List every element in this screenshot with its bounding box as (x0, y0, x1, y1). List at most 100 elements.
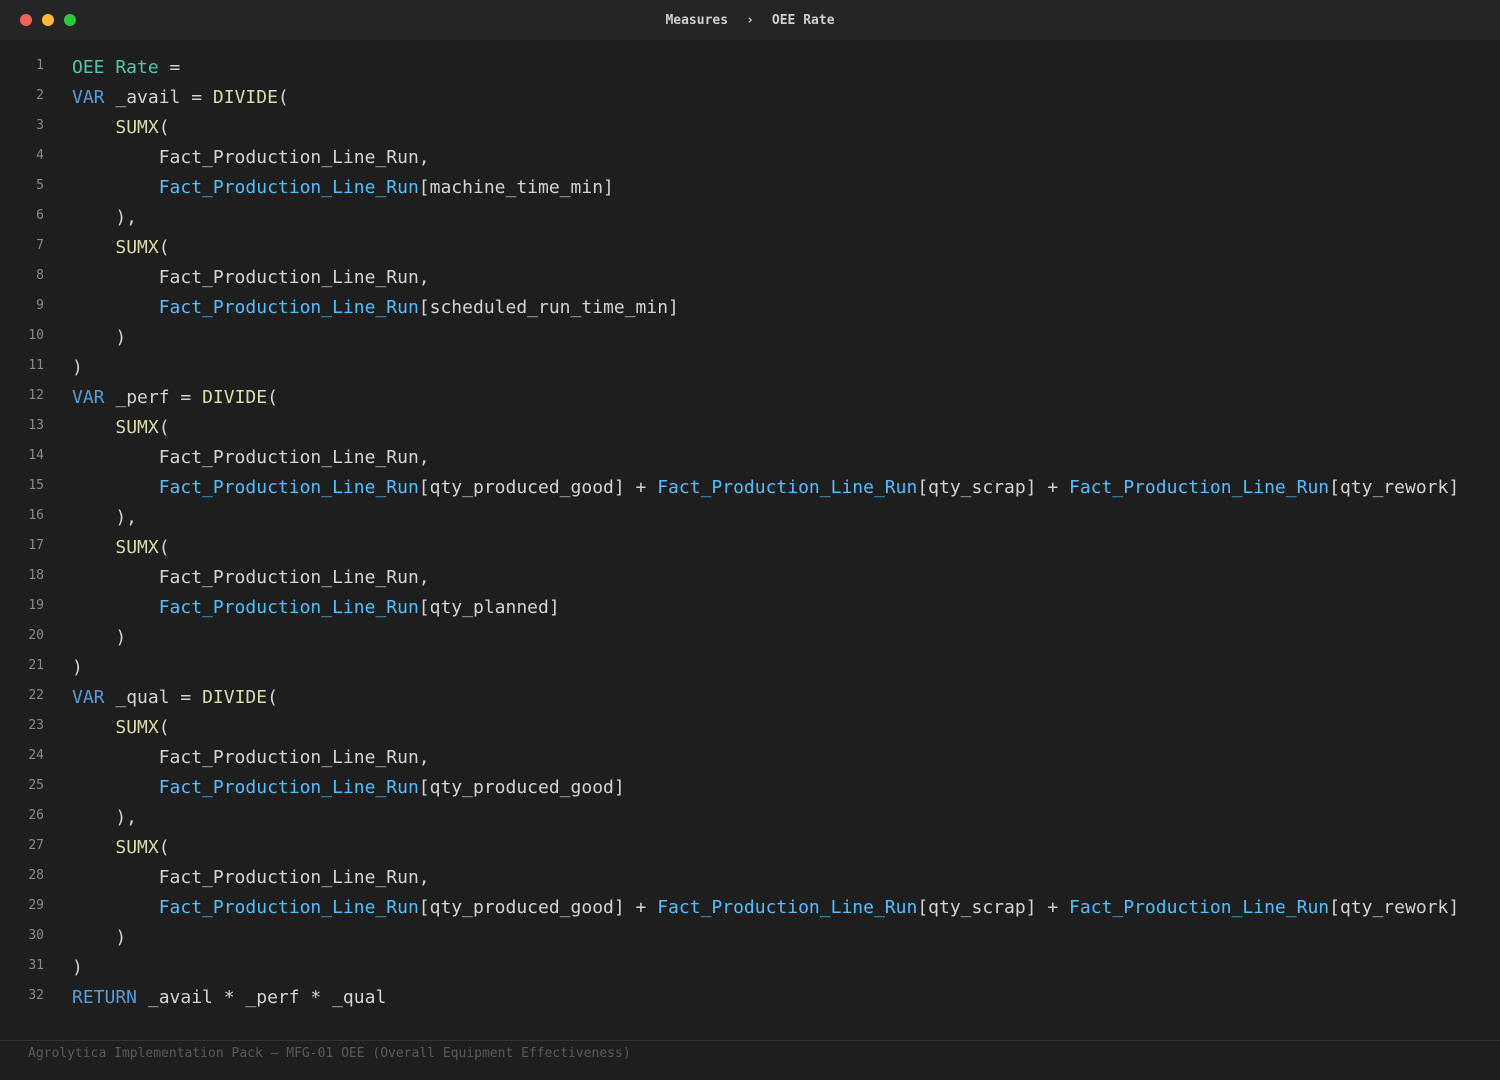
line-number: 22 (28, 688, 44, 703)
code-line[interactable]: 25 Fact_Production_Line_Run[qty_produced… (0, 773, 1500, 803)
code-token: Fact_Production_Line_Run, (72, 147, 430, 168)
code-token: [qty_planned] (418, 597, 560, 618)
line-number: 9 (36, 298, 44, 313)
breadcrumb-item-measures[interactable]: Measures (665, 13, 728, 28)
code-token: ( (158, 117, 170, 138)
line-number: 26 (28, 808, 44, 823)
code-text: ) (72, 623, 126, 653)
code-token: ), (72, 807, 138, 828)
code-line[interactable]: 16 ), (0, 503, 1500, 533)
title-bar: Measures › OEE Rate (0, 0, 1500, 40)
line-number: 2 (36, 88, 44, 103)
code-editor[interactable]: 1 OEE Rate = 2 VAR _avail = DIVIDE(3 SUMX(4… (0, 53, 1500, 1013)
code-line[interactable]: 22 VAR _qual = DIVIDE( (0, 683, 1500, 713)
line-number: 25 (28, 778, 44, 793)
line-number: 19 (28, 598, 44, 613)
code-text: VAR _avail = DIVIDE( (72, 83, 289, 113)
code-line[interactable]: 4 Fact_Production_Line_Run, (0, 143, 1500, 173)
code-text: ), (72, 503, 137, 533)
code-text: ) (72, 923, 126, 953)
line-number: 17 (28, 538, 44, 553)
code-line[interactable]: 23 SUMX( (0, 713, 1500, 743)
code-token: [qty_rework] (1329, 897, 1460, 918)
breadcrumb-separator-icon: › (746, 12, 754, 28)
code-text: SUMX( (72, 113, 170, 143)
code-text: SUMX( (72, 833, 169, 863)
code-line[interactable]: 24 Fact_Production_Line_Run, (0, 743, 1500, 773)
code-token: VAR (72, 87, 105, 108)
code-token: ), (72, 207, 138, 228)
code-line[interactable]: 15 Fact_Production_Line_Run[qty_produced… (0, 473, 1500, 503)
breadcrumb-item-oee-rate[interactable]: OEE Rate (772, 13, 835, 28)
code-line[interactable]: 32 RETURN _avail * _perf * _qual (0, 983, 1500, 1013)
code-line[interactable]: 28 Fact_Production_Line_Run, (0, 863, 1500, 893)
code-line[interactable]: 11) (0, 353, 1500, 383)
code-line[interactable]: 29 Fact_Production_Line_Run[qty_produced… (0, 893, 1500, 923)
code-token: [qty_scrap] + (917, 897, 1070, 918)
code-token: Fact_Production_Line_Run, (72, 747, 430, 768)
code-token: ) (72, 357, 83, 378)
close-window-button[interactable] (20, 14, 32, 26)
line-number: 29 (28, 898, 44, 913)
minimize-window-button[interactable] (42, 14, 54, 26)
code-token: [scheduled_run_time_min] (418, 297, 679, 318)
code-text: Fact_Production_Line_Run[scheduled_run_t… (72, 293, 679, 323)
code-line[interactable]: 3 SUMX( (0, 113, 1500, 143)
code-line[interactable]: 12 VAR _perf = DIVIDE( (0, 383, 1500, 413)
code-token: [qty_produced_good] + (418, 897, 658, 918)
code-token: SUMX (115, 717, 159, 738)
code-text: Fact_Production_Line_Run[qty_produced_go… (72, 773, 625, 803)
code-token: Fact_Production_Line_Run (158, 177, 419, 198)
code-line[interactable]: 9 Fact_Production_Line_Run[scheduled_run… (0, 293, 1500, 323)
code-line[interactable]: 21) (0, 653, 1500, 683)
code-text: Fact_Production_Line_Run[qty_planned] (72, 593, 560, 623)
line-number: 6 (36, 208, 44, 223)
code-line[interactable]: 18 Fact_Production_Line_Run, (0, 563, 1500, 593)
code-token: [qty_scrap] + (917, 477, 1070, 498)
maximize-window-button[interactable] (64, 14, 76, 26)
code-line[interactable]: 14 Fact_Production_Line_Run, (0, 443, 1500, 473)
code-line[interactable]: 8 Fact_Production_Line_Run, (0, 263, 1500, 293)
line-number: 31 (28, 958, 44, 973)
code-token: OEE Rate (72, 57, 159, 78)
code-token: SUMX (115, 417, 159, 438)
code-line[interactable]: 30 ) (0, 923, 1500, 953)
code-line[interactable]: 5 Fact_Production_Line_Run[machine_time_… (0, 173, 1500, 203)
code-line[interactable]: 19 Fact_Production_Line_Run[qty_planned] (0, 593, 1500, 623)
code-line[interactable]: 26 ), (0, 803, 1500, 833)
code-token: Fact_Production_Line_Run (158, 597, 419, 618)
code-line[interactable]: 7 SUMX( (0, 233, 1500, 263)
code-text: Fact_Production_Line_Run, (72, 143, 430, 173)
code-token: Fact_Production_Line_Run, (72, 867, 430, 888)
code-line[interactable]: 13 SUMX( (0, 413, 1500, 443)
code-line[interactable]: 27 SUMX( (0, 833, 1500, 863)
code-token: _qual = (104, 687, 203, 708)
code-line[interactable]: 1 OEE Rate = (0, 53, 1500, 83)
code-line[interactable]: 10 ) (0, 323, 1500, 353)
code-line[interactable]: 20 ) (0, 623, 1500, 653)
code-text: VAR _qual = DIVIDE( (72, 683, 278, 713)
line-number: 7 (36, 238, 44, 253)
line-number: 3 (36, 118, 44, 133)
code-token: Fact_Production_Line_Run (1069, 477, 1330, 498)
code-token: DIVIDE (212, 87, 278, 108)
code-token: ( (267, 387, 278, 408)
code-line[interactable]: 31) (0, 953, 1500, 983)
code-token: Fact_Production_Line_Run, (72, 267, 430, 288)
code-text: Fact_Production_Line_Run[qty_produced_go… (72, 893, 1459, 923)
line-number: 10 (28, 328, 44, 343)
code-line[interactable]: 2 VAR _avail = DIVIDE( (0, 83, 1500, 113)
code-text: SUMX( (72, 413, 169, 443)
status-footer: Agrolytica Implementation Pack — MFG-01 … (0, 1040, 1500, 1080)
code-line[interactable]: 6 ), (0, 203, 1500, 233)
code-token: Fact_Production_Line_Run (158, 477, 419, 498)
code-line[interactable]: 17 SUMX( (0, 533, 1500, 563)
code-token: DIVIDE (202, 687, 268, 708)
